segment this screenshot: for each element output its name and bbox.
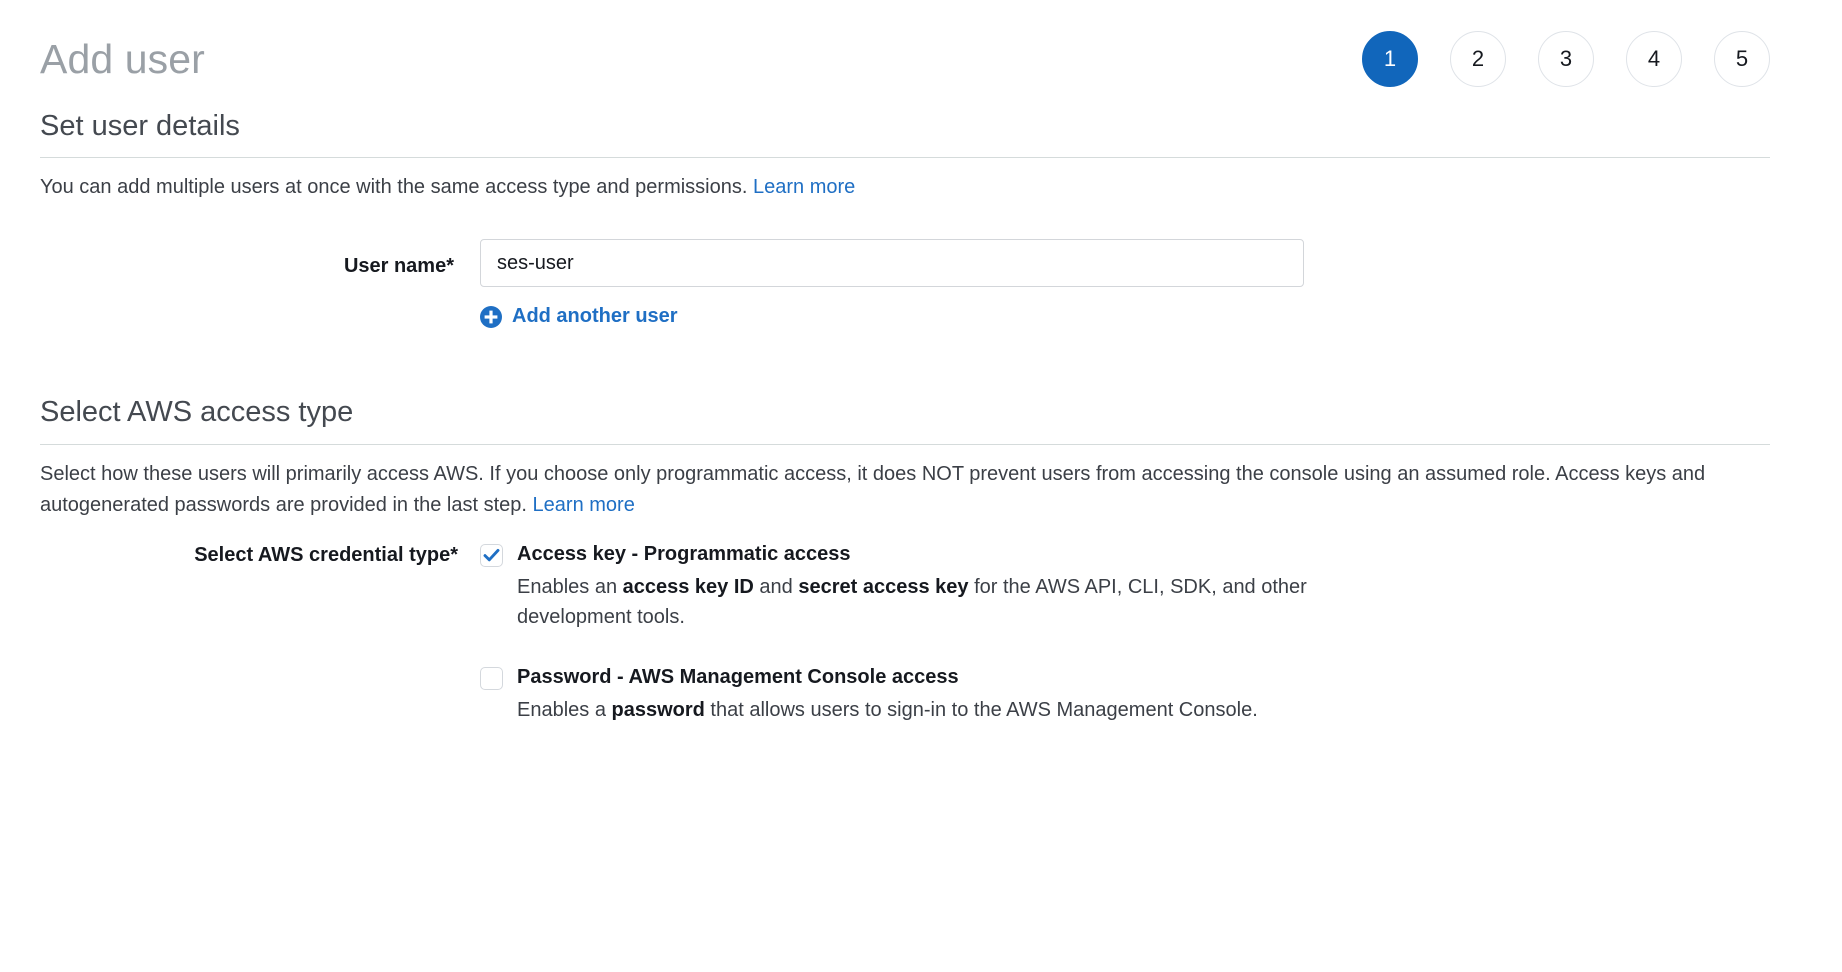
user-name-input[interactable] [480,239,1304,288]
section-title-set-user-details: Set user details [40,110,240,142]
add-another-user-label: Add another user [512,305,678,328]
check-icon [483,548,500,561]
desc-bold-1: access key ID [622,575,754,598]
user-name-label: User name* [343,255,454,278]
desc-bold-2: secret access key [798,575,969,598]
desc-part-2: that allows users to sign-in to the AWS … [704,698,1258,721]
add-another-user-button[interactable]: Add another user [480,305,678,328]
user-name-form-row: User name* Add another user [40,239,1802,328]
section-select-access-type: Select AWS access type Select how these … [40,396,1802,724]
page-title: Add user [40,35,205,82]
desc-part-1: Enables a [517,698,612,721]
step-indicator: 1 2 3 4 5 [1362,31,1802,87]
step-indicator-1[interactable]: 1 [1362,31,1418,87]
credential-type-row: Select AWS credential type* Access key -… [40,541,1802,725]
section-description-set-user-details: You can add multiple users at once with … [40,172,1780,203]
password-description: Enables a password that allows users to … [517,695,1258,725]
section-divider [40,443,1770,445]
section-set-user-details: Set user details You can add multiple us… [40,110,1802,328]
desc-part-2: and [753,575,799,598]
credential-option-access-key: Access key - Programmatic access Enables… [480,541,1802,632]
wizard-header: Add user 1 2 3 4 5 [40,0,1802,110]
step-indicator-5[interactable]: 5 [1714,31,1770,87]
section-description-text: You can add multiple users at once with … [40,176,748,199]
password-text: Password - AWS Management Console access… [517,664,1258,725]
desc-bold-1: password [611,698,705,721]
section-description-access-type: Select how these users will primarily ac… [40,459,1780,521]
section-divider [40,157,1770,159]
credential-option-password: Password - AWS Management Console access… [480,664,1802,725]
plus-circle-icon [480,305,502,328]
step-indicator-2[interactable]: 2 [1450,31,1506,87]
section-title-select-access-type: Select AWS access type [40,396,354,429]
access-key-text: Access key - Programmatic access Enables… [517,541,1327,632]
desc-part-1: Enables an [517,575,623,598]
password-title: Password - AWS Management Console access [517,665,959,688]
credential-type-label: Select AWS credential type* [194,543,458,566]
access-key-checkbox[interactable] [480,543,503,567]
add-user-wizard-page: Add user 1 2 3 4 5 Set user details You … [0,0,1842,972]
learn-more-link-access-type[interactable]: Learn more [533,494,635,516]
access-key-description: Enables an access key ID and secret acce… [517,572,1327,632]
learn-more-link-user-details[interactable]: Learn more [753,176,855,198]
section-description-text: Select how these users will primarily ac… [40,462,1706,516]
access-key-title: Access key - Programmatic access [517,542,851,565]
step-indicator-4[interactable]: 4 [1626,31,1682,87]
password-checkbox[interactable] [480,666,503,690]
user-name-control: Add another user [480,239,1304,328]
step-indicator-3[interactable]: 3 [1538,31,1594,87]
credential-type-options: Access key - Programmatic access Enables… [480,541,1802,725]
